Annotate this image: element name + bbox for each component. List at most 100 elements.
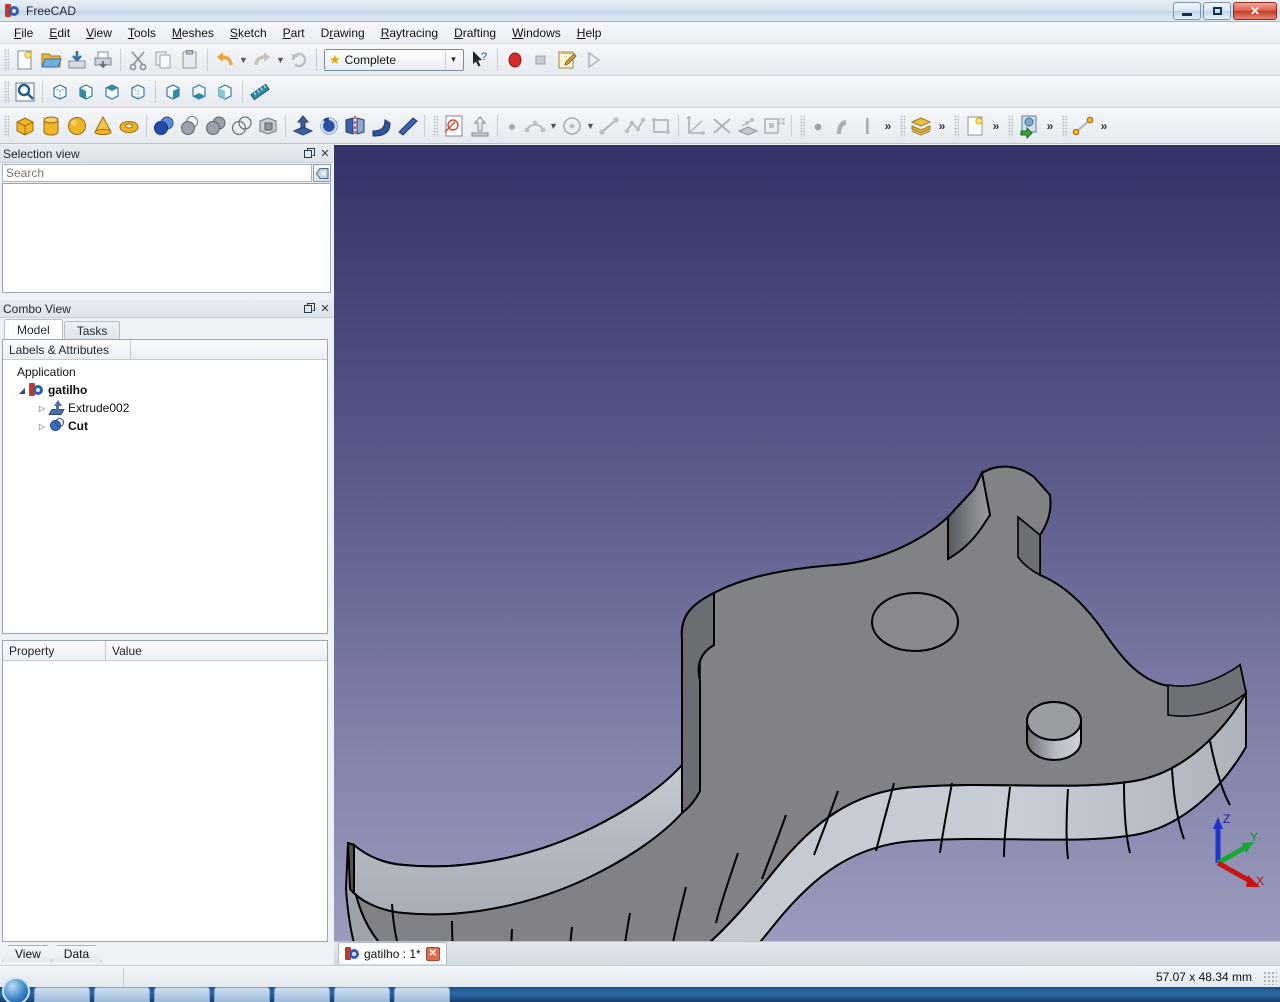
box-icon[interactable] xyxy=(12,113,38,139)
structure-icon[interactable] xyxy=(908,113,934,139)
property-editor[interactable]: Property Value xyxy=(2,640,328,942)
cut-icon[interactable] xyxy=(125,47,151,73)
copy-icon[interactable] xyxy=(151,47,177,73)
undock-icon[interactable] xyxy=(301,146,317,162)
overflow-chevron-icon[interactable]: » xyxy=(934,119,950,133)
overflow-chevron-icon[interactable]: » xyxy=(988,119,1004,133)
tree-expander-closed-icon[interactable]: ▷ xyxy=(35,404,49,413)
mirror-icon[interactable] xyxy=(342,113,368,139)
taskbar-item[interactable] xyxy=(274,987,330,1002)
menu-edit[interactable]: Edit xyxy=(41,24,78,42)
intersection-icon[interactable] xyxy=(229,113,255,139)
resize-grip-icon[interactable] xyxy=(1263,971,1277,985)
draft-line-tool-icon[interactable] xyxy=(1070,113,1096,139)
fillet-icon[interactable] xyxy=(368,113,394,139)
front-view-icon[interactable] xyxy=(73,79,99,105)
macro-record-icon[interactable] xyxy=(502,47,528,73)
sketch-rectangle-icon[interactable] xyxy=(648,113,674,139)
taskbar-item[interactable] xyxy=(34,987,90,1002)
taskbar-item[interactable] xyxy=(394,987,450,1002)
sketch-line-icon[interactable] xyxy=(596,113,622,139)
sketch-arc-icon[interactable] xyxy=(522,113,548,139)
whats-this-icon[interactable]: ? xyxy=(467,47,493,73)
tree-row-cut[interactable]: ▷ Cut xyxy=(3,417,327,435)
leave-sketch-icon[interactable] xyxy=(467,113,493,139)
minimize-button[interactable] xyxy=(1173,2,1201,20)
redo-dropdown-chevron-icon[interactable]: ▼ xyxy=(275,55,286,65)
save-document-icon[interactable] xyxy=(64,47,90,73)
toolbar-grip[interactable] xyxy=(900,114,905,137)
tree-row-application[interactable]: Application xyxy=(3,363,327,381)
tree-expander-open-icon[interactable]: ◢ xyxy=(15,386,29,395)
undock-icon[interactable] xyxy=(301,301,317,317)
tab-data[interactable]: Data xyxy=(50,945,103,962)
toolbar-grip[interactable] xyxy=(1062,114,1067,137)
top-view-icon[interactable] xyxy=(99,79,125,105)
arc-dropdown-chevron-icon[interactable]: ▼ xyxy=(548,121,559,131)
sketch-circle-icon[interactable] xyxy=(559,113,585,139)
sketch-trim-icon[interactable] xyxy=(709,113,735,139)
new-document-icon[interactable] xyxy=(12,47,38,73)
toolbar-grip[interactable] xyxy=(433,114,438,137)
sketch-polyline-icon[interactable] xyxy=(622,113,648,139)
close-icon[interactable]: ✕ xyxy=(317,146,333,162)
close-icon[interactable]: ✕ xyxy=(317,301,333,317)
union-icon[interactable] xyxy=(203,113,229,139)
cut-boolean-icon[interactable] xyxy=(177,113,203,139)
rear-view-icon[interactable] xyxy=(160,79,186,105)
toolbar-grip[interactable] xyxy=(4,80,9,103)
toolbar-grip[interactable] xyxy=(4,48,9,71)
model-gatilho[interactable]: Z Y X xyxy=(334,145,1280,941)
menu-drafting[interactable]: Drafting xyxy=(446,24,504,42)
extrude-icon[interactable] xyxy=(290,113,316,139)
menu-drawing[interactable]: Drawing xyxy=(313,24,373,42)
draft-point-icon[interactable] xyxy=(808,113,828,139)
macro-edit-icon[interactable] xyxy=(554,47,580,73)
workbench-selector[interactable]: ★ Complete ▼ xyxy=(324,48,464,71)
circle-dropdown-chevron-icon[interactable]: ▼ xyxy=(585,121,596,131)
open-document-icon[interactable] xyxy=(38,47,64,73)
menu-tools[interactable]: Tools xyxy=(120,24,164,42)
axonometric-view-icon[interactable] xyxy=(47,79,73,105)
tree-row-extrude002[interactable]: ▷ Extrude002 xyxy=(3,399,327,417)
tab-tasks[interactable]: Tasks xyxy=(63,321,121,339)
redo-icon[interactable] xyxy=(249,47,275,73)
start-button[interactable] xyxy=(2,977,30,1002)
model-tree[interactable]: Labels & Attributes Application ◢ gatilh… xyxy=(2,339,328,634)
new-page-icon[interactable] xyxy=(962,113,988,139)
raytracing-project-icon[interactable] xyxy=(1016,113,1042,139)
right-view-icon[interactable] xyxy=(125,79,151,105)
torus-icon[interactable] xyxy=(116,113,142,139)
toolbar-grip[interactable] xyxy=(1008,114,1013,137)
section-icon[interactable] xyxy=(255,113,281,139)
sketch-constraint-icon[interactable] xyxy=(683,113,709,139)
overflow-chevron-icon[interactable]: » xyxy=(1042,119,1058,133)
menu-file[interactable]: File xyxy=(6,24,41,42)
undo-icon[interactable] xyxy=(212,47,238,73)
taskbar-item[interactable] xyxy=(154,987,210,1002)
left-view-icon[interactable] xyxy=(212,79,238,105)
3d-viewport[interactable]: Z Y X xyxy=(334,145,1280,941)
taskbar-item[interactable] xyxy=(334,987,390,1002)
menu-meshes[interactable]: Meshes xyxy=(164,24,222,42)
menu-windows[interactable]: Windows xyxy=(504,24,569,42)
revolve-icon[interactable] xyxy=(316,113,342,139)
draft-line-icon[interactable] xyxy=(854,113,880,139)
refresh-icon[interactable] xyxy=(286,47,312,73)
close-icon[interactable]: ✕ xyxy=(425,946,440,961)
cone-icon[interactable] xyxy=(90,113,116,139)
chamfer-icon[interactable] xyxy=(394,113,420,139)
toolbar-grip[interactable] xyxy=(4,114,9,137)
overflow-chevron-icon[interactable]: » xyxy=(1096,119,1112,133)
toolbar-grip[interactable] xyxy=(800,114,805,137)
fit-all-icon[interactable] xyxy=(12,79,38,105)
clear-search-icon[interactable] xyxy=(313,164,331,182)
macro-stop-icon[interactable] xyxy=(528,47,554,73)
sketch-point-icon[interactable] xyxy=(502,113,522,139)
cylinder-icon[interactable] xyxy=(38,113,64,139)
maximize-button[interactable] xyxy=(1203,2,1231,20)
tree-expander-closed-icon[interactable]: ▷ xyxy=(35,422,49,431)
overflow-chevron-icon[interactable]: » xyxy=(880,119,896,133)
sketch-clone-icon[interactable] xyxy=(761,113,787,139)
selection-list[interactable] xyxy=(2,183,331,293)
